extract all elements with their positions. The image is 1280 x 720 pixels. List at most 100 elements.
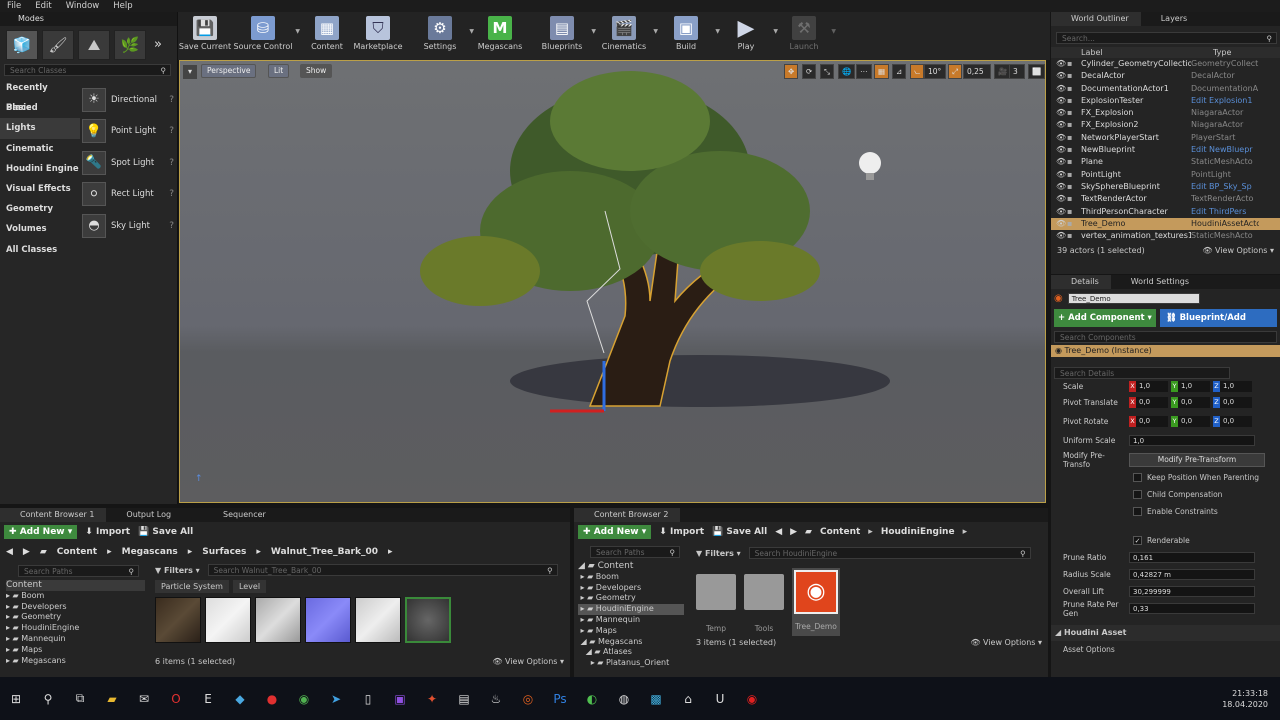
- keep-position-checkbox[interactable]: Keep Position When Parenting: [1051, 469, 1280, 486]
- enable-constraints-checkbox[interactable]: Enable Constraints: [1051, 503, 1280, 520]
- visibility-eye-icon[interactable]: 👁: [1051, 218, 1067, 230]
- help-icon[interactable]: ?: [169, 221, 174, 231]
- surface-snap-icon[interactable]: ⋯: [856, 64, 872, 79]
- record-icon[interactable]: ●: [256, 685, 288, 713]
- angle-snap-value[interactable]: 10°: [924, 64, 946, 79]
- save-current-button[interactable]: 💾 Save Current: [178, 12, 232, 51]
- content-button[interactable]: ▦ Content: [302, 12, 352, 51]
- crumb-walnut[interactable]: Walnut_Tree_Bark_00: [271, 547, 378, 557]
- chrome-icon[interactable]: ◉: [288, 685, 320, 713]
- tab-details[interactable]: Details: [1051, 275, 1111, 289]
- search-icon[interactable]: ⚲: [32, 685, 64, 713]
- visibility-eye-icon[interactable]: 👁: [1051, 58, 1067, 70]
- tree-platanus[interactable]: ▸ ▰ Platanus_Orient: [578, 658, 684, 669]
- scale-snap-icon[interactable]: ⤢: [948, 64, 962, 79]
- document-icon[interactable]: ▯: [352, 685, 384, 713]
- folder-tools[interactable]: Tools: [744, 568, 784, 636]
- outliner-row[interactable]: 👁 ▪ FX_Explosion2 NiagaraActor: [1051, 119, 1280, 131]
- notes-icon[interactable]: ▤: [448, 685, 480, 713]
- tree-houdiniengine[interactable]: ▸ ▰ HoudiniEngine: [6, 623, 145, 634]
- outliner-row[interactable]: 👁 ▪ PointLight PointLight: [1051, 169, 1280, 181]
- add-new-button[interactable]: ✚ Add New ▾: [578, 525, 652, 539]
- tab-world-settings[interactable]: World Settings: [1111, 275, 1201, 289]
- folder-temp[interactable]: Temp: [696, 568, 736, 636]
- tab-world-outliner[interactable]: World Outliner: [1051, 12, 1141, 26]
- visibility-eye-icon[interactable]: 👁: [1051, 181, 1067, 193]
- light-sky[interactable]: ◓ Sky Light?: [82, 210, 174, 242]
- photoshop-icon[interactable]: Ps: [544, 685, 576, 713]
- actor-type[interactable]: Edit NewBluepr: [1191, 144, 1259, 156]
- twitch-icon[interactable]: ▣: [384, 685, 416, 713]
- visibility-eye-icon[interactable]: 👁: [1051, 169, 1067, 181]
- help-icon[interactable]: ?: [169, 126, 174, 136]
- renderable-checkbox[interactable]: ✓ Renderable: [1051, 532, 1280, 549]
- asset-search-input[interactable]: Search HoudiniEngine ⚲: [748, 547, 1031, 559]
- crumb-content[interactable]: Content: [57, 547, 97, 557]
- category-cinematic[interactable]: Cinematic: [0, 139, 80, 159]
- outliner-row[interactable]: 👁▪ vertex_animation_textures1_mStaticMesh…: [1051, 230, 1280, 242]
- outliner-row[interactable]: 👁 ▪ DocumentationActor1 DocumentationA: [1051, 83, 1280, 95]
- level-viewport[interactable]: ↑ ▾ Perspective Lit Show ✥ ⟳ ⤡ 🌐 ⋯ ▦ ⊿ ⦦…: [179, 60, 1046, 503]
- task-view-icon[interactable]: ⧉: [64, 685, 96, 713]
- category-lights[interactable]: Lights: [0, 118, 80, 139]
- file-explorer-icon[interactable]: ▰: [96, 685, 128, 713]
- actor-name-field[interactable]: Tree_Demo: [1067, 292, 1200, 304]
- play-button[interactable]: ▶ Play ▼: [720, 12, 778, 52]
- filters-button[interactable]: ▼ Filters ▾: [696, 549, 741, 558]
- search-classes-input[interactable]: Search Classes ⚲: [4, 64, 171, 76]
- radius-scale-field[interactable]: 0,42827 m: [1129, 569, 1255, 580]
- outliner-row[interactable]: 👁 ▪ Plane StaticMeshActo: [1051, 156, 1280, 168]
- tab-sequencer[interactable]: Sequencer: [183, 508, 278, 522]
- category-visual-effects[interactable]: Visual Effects: [0, 179, 80, 199]
- tree-developers[interactable]: ▸ ▰ Developers: [6, 602, 145, 613]
- cb1-view-options[interactable]: 👁 View Options ▾: [492, 657, 564, 666]
- visibility-eye-icon[interactable]: 👁: [1051, 83, 1067, 95]
- paint-mode-icon[interactable]: 🖌: [42, 30, 74, 60]
- light-rect[interactable]: ⚪ Rect Light?: [82, 179, 174, 211]
- search-components-input[interactable]: Search Components: [1054, 331, 1277, 343]
- maximize-icon[interactable]: ⬜: [1028, 64, 1045, 79]
- tree-houdiniengine[interactable]: ▸ ▰ HoudiniEngine: [578, 604, 684, 615]
- grid-snap-icon[interactable]: ▦: [874, 64, 890, 79]
- mail-icon[interactable]: ✉: [128, 685, 160, 713]
- steam-icon[interactable]: ♨: [480, 685, 512, 713]
- blueprint-add-script-button[interactable]: ⛓ Blueprint/Add Script: [1159, 309, 1277, 341]
- search-paths-input[interactable]: Search Paths ⚲: [590, 546, 680, 558]
- save-all-button[interactable]: 💾 Save All: [712, 527, 767, 537]
- outliner-row[interactable]: 👁 ▪ NetworkPlayerStart PlayerStart: [1051, 132, 1280, 144]
- opera-icon[interactable]: O: [160, 685, 192, 713]
- tab-content-browser-2[interactable]: Content Browser 2: [574, 508, 681, 522]
- visibility-eye-icon[interactable]: 👁: [1051, 206, 1067, 218]
- place-mode-icon[interactable]: 🧊: [6, 30, 38, 60]
- menu-window[interactable]: Window: [59, 0, 107, 12]
- forward-icon[interactable]: ▶: [790, 527, 797, 537]
- help-icon[interactable]: ?: [169, 158, 174, 168]
- marketplace-button[interactable]: ⛉ Marketplace: [352, 12, 404, 51]
- outliner-row[interactable]: 👁 ▪ TextRenderActor TextRenderActo: [1051, 193, 1280, 205]
- actor-type[interactable]: Edit Explosion1: [1191, 95, 1259, 107]
- outliner-row[interactable]: 👁 ▪ Cylinder_GeometryCollection GeometryCol…: [1051, 58, 1280, 70]
- visibility-eye-icon[interactable]: 👁: [1051, 95, 1067, 107]
- add-component-button[interactable]: + Add Component ▾: [1054, 309, 1156, 327]
- perspective-button[interactable]: Perspective: [201, 64, 257, 78]
- visibility-eye-icon[interactable]: 👁: [1051, 70, 1067, 82]
- menu-edit[interactable]: Edit: [28, 0, 58, 12]
- visibility-eye-icon[interactable]: 👁: [1051, 144, 1067, 156]
- unreal-icon[interactable]: U: [704, 685, 736, 713]
- visibility-eye-icon[interactable]: 👁: [1051, 119, 1067, 131]
- foliage-mode-icon[interactable]: 🌿: [114, 30, 146, 60]
- import-button[interactable]: ⬇ Import: [85, 527, 130, 537]
- back-icon[interactable]: ◀: [6, 547, 13, 557]
- light-point[interactable]: 💡 Point Light?: [82, 116, 174, 148]
- telegram-icon[interactable]: ➤: [320, 685, 352, 713]
- asset-thumbnail-selected[interactable]: [405, 597, 451, 643]
- epic-games-icon[interactable]: E: [192, 685, 224, 713]
- translate-icon[interactable]: ✥: [784, 64, 799, 79]
- light-spot[interactable]: 🔦 Spot Light?: [82, 147, 174, 179]
- category-geometry[interactable]: Geometry: [0, 199, 80, 219]
- filter-level[interactable]: Level: [232, 580, 267, 593]
- uniform-scale-field[interactable]: 1,0: [1129, 435, 1255, 446]
- angle-icon[interactable]: ⊿: [892, 64, 907, 79]
- tree-geometry[interactable]: ▸ ▰ Geometry: [578, 593, 684, 604]
- houdini-icon[interactable]: ◎: [512, 685, 544, 713]
